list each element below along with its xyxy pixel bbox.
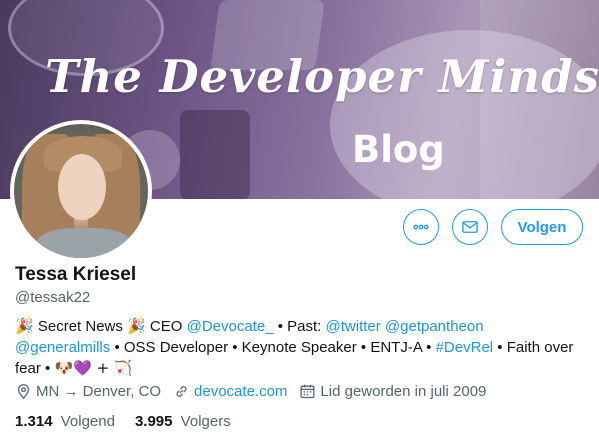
party-popper-icon: 🎉 (127, 317, 146, 335)
followers-count[interactable]: 3.995 Volgers (135, 413, 231, 430)
more-options-button[interactable] (403, 209, 439, 245)
envelope-icon (462, 221, 478, 233)
follow-counts: 1.314 Volgend 3.995 Volgers (15, 413, 251, 430)
bio-text: • Faith over (497, 339, 574, 356)
follow-button[interactable]: Volgen (501, 209, 583, 245)
following-label: Volgend (60, 413, 115, 430)
profile-meta: MN → Denver, CO devocate.com Lid geworde… (15, 383, 498, 400)
bio-text: • Past: (277, 318, 322, 335)
avatar-photo (14, 124, 148, 258)
mention-link[interactable]: @twitter (326, 318, 381, 335)
bio-text: • OSS Developer • Keynote Speaker • ENTJ… (114, 339, 432, 356)
profile-bio: 🎉 Secret News 🎉 CEO @Devocate_ • Past: @… (15, 316, 585, 379)
mention-link[interactable]: @Devocate_ (187, 318, 274, 335)
followers-label: Volgers (180, 413, 231, 430)
following-count[interactable]: 1.314 Volgend (15, 413, 115, 430)
joined-item: Lid geworden in juli 2009 (299, 383, 486, 400)
bio-line: 🎉 Secret News 🎉 CEO @Devocate_ • Past: @… (15, 316, 585, 337)
following-value: 1.314 (15, 413, 53, 430)
banner-decor (180, 110, 250, 199)
location-item: MN → Denver, CO (15, 383, 161, 400)
bio-text: Secret News (37, 318, 123, 335)
profile-name: Tessa Kriesel (15, 264, 137, 285)
ellipsis-icon (413, 224, 429, 230)
emoji-group: 🐶💜 + 🏹 (54, 359, 133, 377)
avatar[interactable] (10, 120, 152, 262)
hashtag-link[interactable]: #DevRel (436, 339, 494, 356)
bio-line: fear • 🐶💜 + 🏹 (15, 358, 585, 379)
mention-link[interactable]: @generalmills (15, 339, 110, 356)
banner-title: The Developer Mindset (45, 50, 599, 103)
message-button[interactable] (452, 209, 488, 245)
link-icon (176, 386, 187, 397)
website-item[interactable]: devocate.com (173, 383, 287, 400)
bio-line: @generalmills • OSS Developer • Keynote … (15, 337, 585, 358)
joined-text: Lid geworden in juli 2009 (320, 383, 487, 400)
banner-subtitle: Blog (352, 128, 445, 171)
website-link[interactable]: devocate.com (194, 383, 287, 400)
bio-text: CEO (149, 318, 183, 335)
location-text: MN → Denver, CO (36, 383, 162, 400)
party-popper-icon: 🎉 (15, 317, 34, 335)
followers-value: 3.995 (134, 413, 173, 430)
mention-link[interactable]: @getpantheon (385, 318, 484, 335)
location-pin-icon (17, 384, 30, 400)
bio-text: fear • (15, 360, 51, 377)
profile-handle: @tessak22 (15, 289, 91, 306)
calendar-icon (300, 384, 315, 399)
